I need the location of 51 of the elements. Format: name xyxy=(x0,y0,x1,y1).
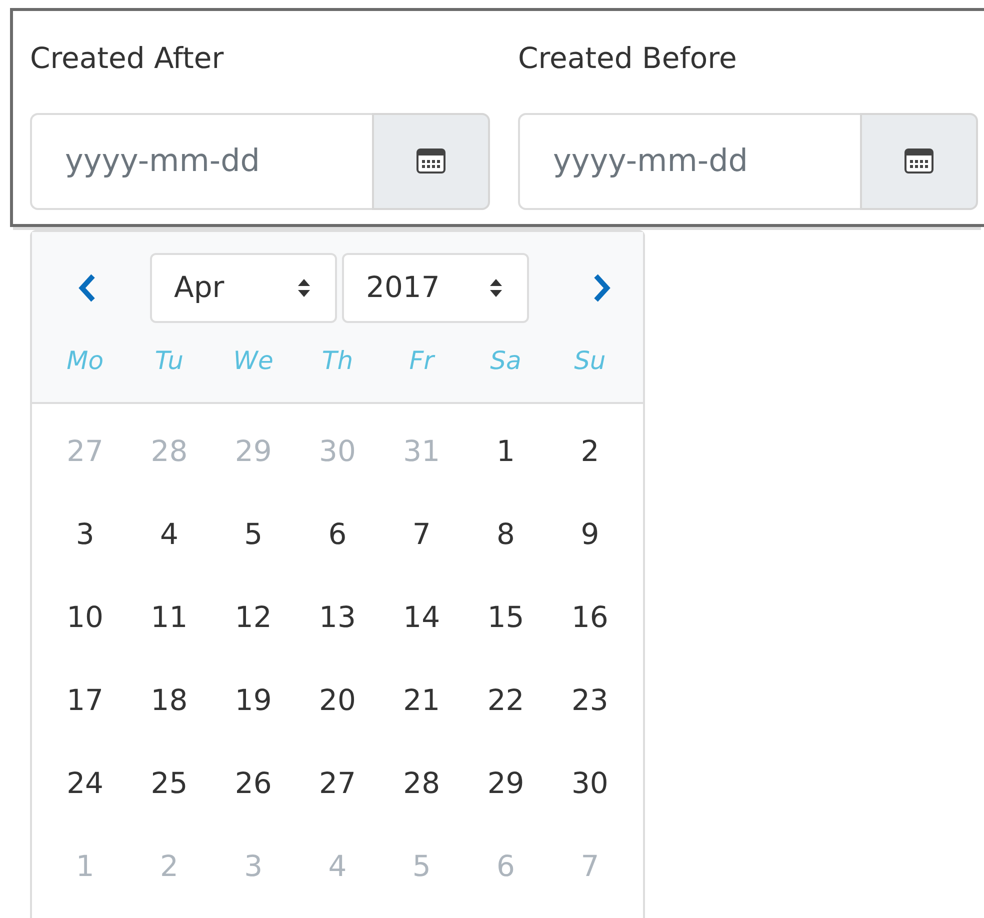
day-cell[interactable]: 28 xyxy=(380,742,464,825)
chevron-right-icon xyxy=(592,273,612,303)
year-select[interactable]: 2017 xyxy=(342,253,529,323)
day-cell[interactable]: 2 xyxy=(548,410,632,493)
day-cell[interactable]: 19 xyxy=(211,659,296,742)
chevron-left-icon xyxy=(77,273,97,303)
day-cell[interactable]: 16 xyxy=(548,576,632,659)
day-cell[interactable]: 3 xyxy=(43,493,128,576)
day-cell[interactable]: 20 xyxy=(295,659,380,742)
month-select[interactable]: Apr xyxy=(150,253,337,323)
day-cell[interactable]: 21 xyxy=(380,659,464,742)
weekday-label: Th xyxy=(320,345,354,377)
day-cell[interactable]: 1 xyxy=(464,410,548,493)
day-cell[interactable]: 8 xyxy=(464,493,548,576)
day-cell[interactable]: 13 xyxy=(295,576,380,659)
day-cell[interactable]: 29 xyxy=(464,742,548,825)
day-cell[interactable]: 6 xyxy=(295,493,380,576)
day-cell[interactable]: 18 xyxy=(127,659,212,742)
day-cell[interactable]: 25 xyxy=(127,742,212,825)
day-cell[interactable]: 7 xyxy=(380,493,464,576)
weekday-label: Sa xyxy=(489,345,522,377)
day-cell[interactable]: 15 xyxy=(464,576,548,659)
day-cell[interactable]: 17 xyxy=(43,659,128,742)
calendar-button[interactable] xyxy=(372,112,490,210)
day-cell[interactable]: 24 xyxy=(43,742,128,825)
day-cell[interactable]: 10 xyxy=(43,576,128,659)
weekday-label: Mo xyxy=(66,345,104,377)
day-cell[interactable]: 4 xyxy=(127,493,212,576)
day-cell[interactable]: 23 xyxy=(548,659,632,742)
weekday-label: Tu xyxy=(154,345,185,377)
weekday-label: Su xyxy=(573,345,607,377)
day-cell[interactable]: 12 xyxy=(211,576,296,659)
weekday-label: We xyxy=(232,345,274,377)
day-cell[interactable]: 9 xyxy=(548,493,632,576)
calendar-icon xyxy=(416,148,446,174)
sort-icon xyxy=(489,278,503,298)
field-label: Created After xyxy=(30,40,225,77)
date-input-field[interactable]: yyyy-mm-dd xyxy=(518,112,860,210)
day-cell[interactable]: 27 xyxy=(295,742,380,825)
day-cell[interactable]: 22 xyxy=(464,659,548,742)
day-cell[interactable]: 14 xyxy=(380,576,464,659)
calendar-icon xyxy=(904,148,934,174)
day-cell[interactable]: 26 xyxy=(211,742,296,825)
day-cell[interactable]: 5 xyxy=(211,493,296,576)
date-input-field[interactable]: yyyy-mm-dd xyxy=(30,112,372,210)
day-cell[interactable]: 30 xyxy=(548,742,632,825)
field-label: Created Before xyxy=(518,40,738,77)
day-cell[interactable]: 11 xyxy=(127,576,212,659)
weekday-label: Fr xyxy=(408,345,436,377)
calendar-button[interactable] xyxy=(860,112,978,210)
sort-icon xyxy=(297,278,311,298)
